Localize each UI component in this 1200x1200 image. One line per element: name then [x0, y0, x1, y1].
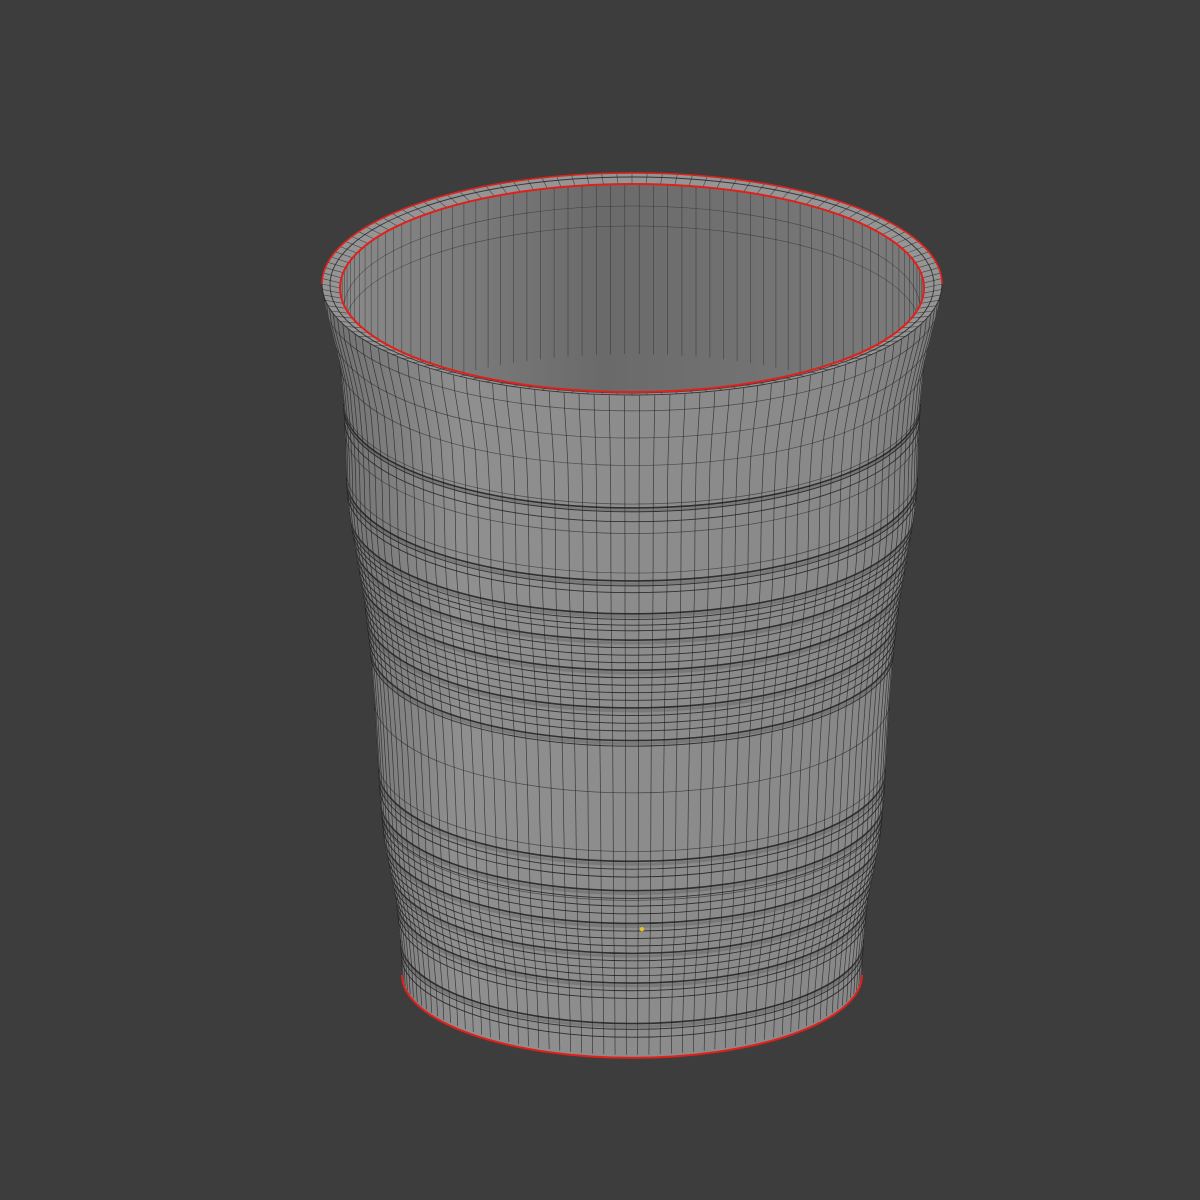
selected-vertex-marker[interactable]	[639, 927, 645, 932]
viewport-canvas[interactable]	[0, 0, 1200, 1200]
cup-interior[interactable]	[340, 184, 924, 392]
3d-viewport[interactable]	[0, 0, 1200, 1200]
